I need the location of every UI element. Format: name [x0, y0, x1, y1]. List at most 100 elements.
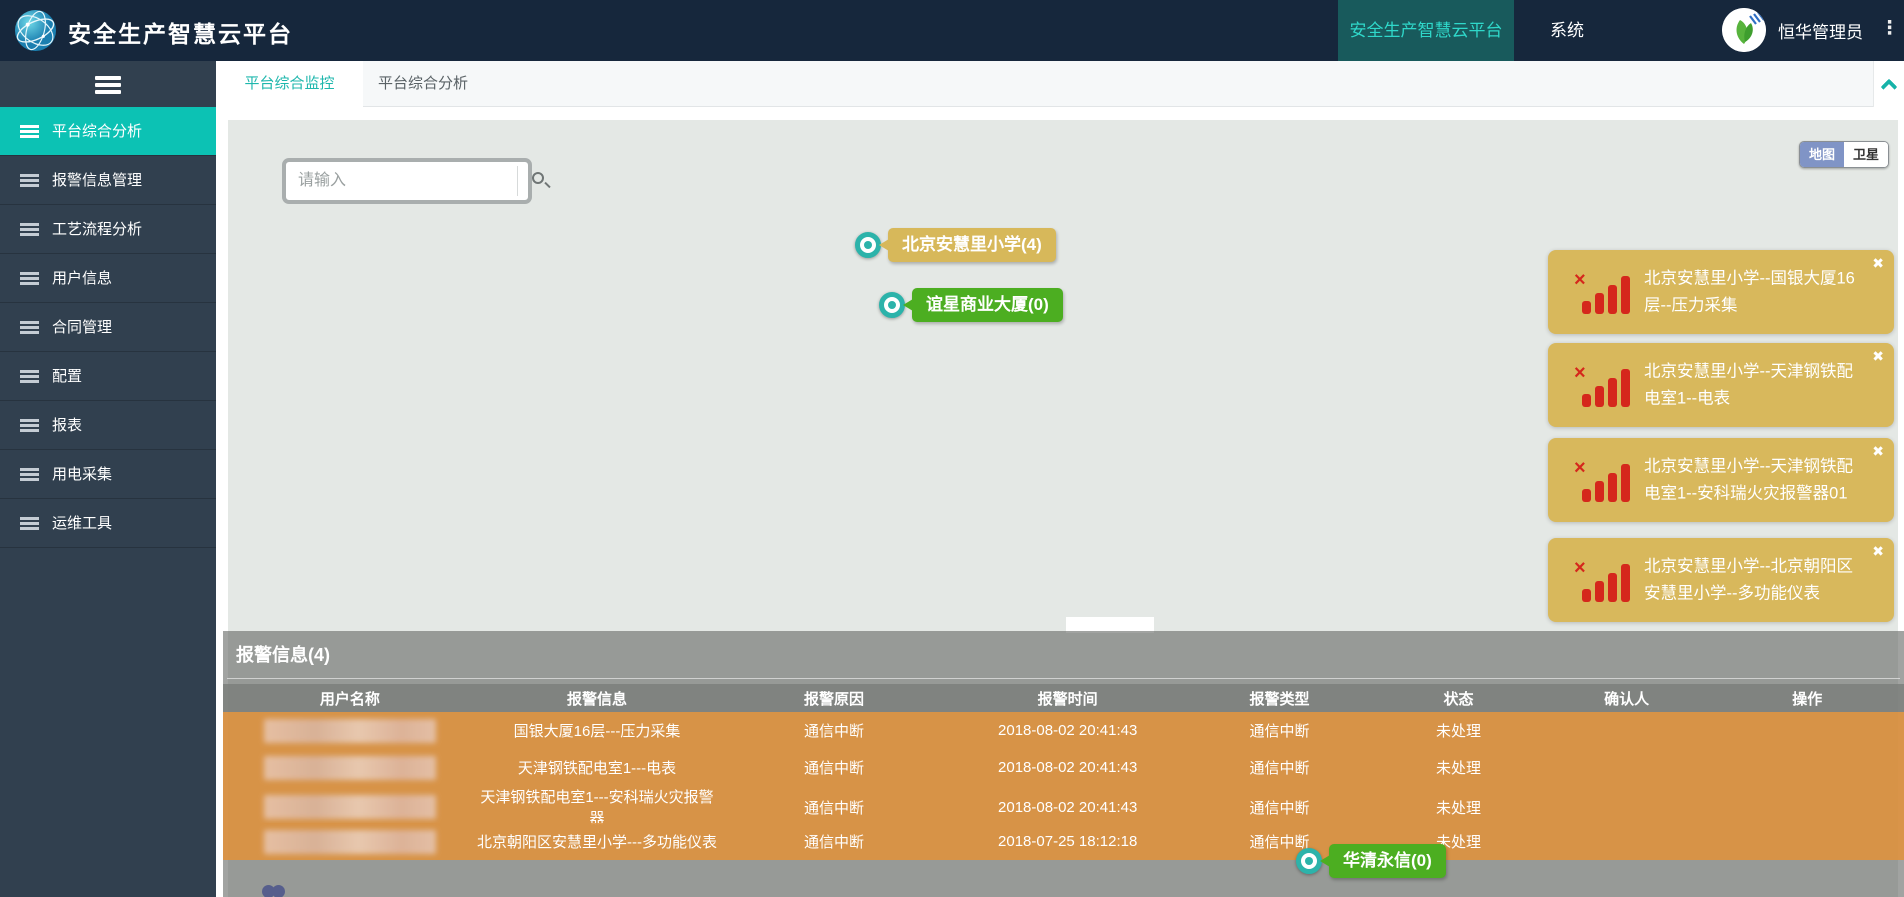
cell-type: 通信中断 — [1185, 757, 1375, 778]
table-row[interactable]: 北京朝阳区安慧里小学---多功能仪表 通信中断 2018-07-25 18:12… — [223, 823, 1904, 860]
list-icon — [20, 370, 39, 383]
close-icon[interactable]: ✖ — [1872, 348, 1884, 365]
cell-status: 未处理 — [1374, 757, 1542, 778]
header-nav-platform[interactable]: 安全生产智慧云平台 — [1338, 0, 1514, 61]
alarm-panel: 报警信息(4) 用户名称报警信息报警原因报警时间报警类型状态确认人操作 国银大厦… — [223, 631, 1904, 897]
marker-dot-icon[interactable] — [855, 232, 881, 258]
close-icon[interactable]: ✖ — [1872, 543, 1884, 560]
cell-time: 2018-08-02 20:41:43 — [951, 722, 1185, 739]
table-row[interactable]: 天津钢铁配电室1---电表 通信中断 2018-08-02 20:41:43 通… — [223, 749, 1904, 786]
app-root: 安全生产智慧云平台 安全生产智慧云平台 系统 恒华管理员 ⋮ 平台综合分析 报警… — [0, 0, 1904, 897]
sidebar-item[interactable]: 报表 — [0, 401, 216, 450]
censored-user-name — [264, 795, 436, 819]
sidebar-item-label: 报警信息管理 — [52, 172, 142, 189]
marker-dot-icon[interactable] — [1296, 848, 1322, 874]
cell-time: 2018-08-02 20:41:43 — [951, 799, 1185, 816]
marker-dot-icon[interactable] — [879, 292, 905, 318]
tab-platform-analysis[interactable]: 平台综合分析 — [363, 61, 483, 107]
map-type-toggle: 地图 卫星 — [1799, 141, 1889, 168]
divider — [227, 678, 1900, 679]
alarm-panel-title: 报警信息(4) — [236, 641, 330, 667]
marker-label-bubble[interactable]: 华清永信(0) — [1329, 844, 1446, 878]
search-input[interactable] — [286, 162, 517, 200]
sidebar-item[interactable]: 合同管理 — [0, 303, 216, 352]
header-nav-system[interactable]: 系统 — [1532, 0, 1602, 61]
cell-status: 未处理 — [1374, 797, 1542, 818]
no-signal-icon: × — [1574, 458, 1632, 502]
cell-reason: 通信中断 — [717, 757, 951, 778]
satellite-view-button[interactable]: 卫星 — [1844, 142, 1888, 167]
sidebar-item-label: 合同管理 — [52, 319, 112, 336]
marker-label-bubble[interactable]: 北京安慧里小学(4) — [888, 228, 1056, 262]
cell-user — [223, 795, 477, 819]
table-row[interactable]: 国银大厦16层---压力采集 通信中断 2018-08-02 20:41:43 … — [223, 712, 1904, 749]
alarm-column-header: 状态 — [1374, 688, 1542, 709]
map-search-box — [282, 158, 532, 204]
censored-user-name — [264, 830, 436, 854]
close-icon[interactable]: ✖ — [1872, 443, 1884, 460]
map-view-button[interactable]: 地图 — [1800, 142, 1844, 167]
sidebar-item[interactable]: 配置 — [0, 352, 216, 401]
alert-card-text: 北京安慧里小学--天津钢铁配电室1--电表 — [1644, 358, 1868, 411]
cell-info: 天津钢铁配电室1---电表 — [477, 757, 717, 778]
sidebar-item-label: 工艺流程分析 — [52, 221, 142, 238]
cell-user — [223, 756, 477, 780]
alert-card-text: 北京安慧里小学--北京朝阳区安慧里小学--多功能仪表 — [1644, 553, 1868, 606]
alarm-column-header: 操作 — [1711, 688, 1904, 709]
user-menu-dots-icon[interactable]: ⋮ — [1880, 17, 1899, 40]
list-icon — [20, 272, 39, 285]
sidebar-menu: 平台综合分析 报警信息管理 工艺流程分析 用户信息 合同管理 配置 报表 用电采… — [0, 107, 216, 548]
alarm-column-header: 用户名称 — [223, 688, 477, 709]
alarm-column-header: 确认人 — [1543, 688, 1711, 709]
sidebar-item[interactable]: 用户信息 — [0, 254, 216, 303]
cell-user — [223, 830, 477, 854]
user-avatar[interactable] — [1722, 8, 1766, 52]
cell-info: 国银大厦16层---压力采集 — [477, 720, 717, 741]
marker-label-bubble[interactable]: 谊星商业大厦(0) — [912, 288, 1063, 322]
chevron-up-icon — [1881, 79, 1898, 96]
tab-bar: 平台综合监控 平台综合分析 — [216, 61, 1904, 107]
sidebar-item-label: 运维工具 — [52, 515, 112, 532]
list-icon — [20, 321, 39, 334]
cell-reason: 通信中断 — [717, 720, 951, 741]
alert-card[interactable]: ✖ × 北京安慧里小学--北京朝阳区安慧里小学--多功能仪表 — [1548, 538, 1894, 622]
sidebar-item-label: 配置 — [52, 368, 82, 385]
alert-card[interactable]: ✖ × 北京安慧里小学--天津钢铁配电室1--电表 — [1548, 343, 1894, 427]
sidebar-item[interactable]: 平台综合分析 — [0, 107, 216, 156]
alarm-column-header: 报警原因 — [717, 688, 951, 709]
sidebar-item[interactable]: 报警信息管理 — [0, 156, 216, 205]
cell-time: 2018-07-25 18:12:18 — [951, 833, 1185, 850]
sidebar-item-label: 用户信息 — [52, 270, 112, 287]
sidebar: 平台综合分析 报警信息管理 工艺流程分析 用户信息 合同管理 配置 报表 用电采… — [0, 61, 216, 897]
top-header: 安全生产智慧云平台 安全生产智慧云平台 系统 恒华管理员 ⋮ — [0, 0, 1904, 61]
cell-info: 北京朝阳区安慧里小学---多功能仪表 — [477, 831, 717, 852]
user-name[interactable]: 恒华管理员 — [1778, 18, 1863, 43]
cell-time: 2018-08-02 20:41:43 — [951, 759, 1185, 776]
alert-card[interactable]: ✖ × 北京安慧里小学--国银大厦16层--压力采集 — [1548, 250, 1894, 334]
list-icon — [20, 468, 39, 481]
alert-card[interactable]: ✖ × 北京安慧里小学--天津钢铁配电室1--安科瑞火灾报警器01 — [1548, 438, 1894, 522]
cell-info: 天津钢铁配电室1---安科瑞火灾报警器 — [477, 786, 717, 828]
close-icon[interactable]: ✖ — [1872, 255, 1884, 272]
hamburger-menu-icon[interactable] — [95, 76, 121, 94]
collapse-panel-button[interactable] — [1873, 61, 1904, 107]
alert-card-text: 北京安慧里小学--天津钢铁配电室1--安科瑞火灾报警器01 — [1644, 453, 1868, 506]
search-button[interactable] — [517, 166, 528, 196]
sidebar-item[interactable]: 运维工具 — [0, 499, 216, 548]
search-icon — [532, 172, 544, 184]
sidebar-item-label: 报表 — [52, 417, 82, 434]
alarm-column-header: 报警时间 — [951, 688, 1185, 709]
cell-type: 通信中断 — [1185, 797, 1375, 818]
sidebar-item-label: 用电采集 — [52, 466, 112, 483]
table-row[interactable]: 天津钢铁配电室1---安科瑞火灾报警器 通信中断 2018-08-02 20:4… — [223, 786, 1904, 823]
leaf-avatar-icon — [1722, 8, 1766, 52]
list-icon — [20, 517, 39, 530]
no-signal-icon: × — [1574, 270, 1632, 314]
alarm-column-header: 报警信息 — [477, 688, 717, 709]
cell-user — [223, 719, 477, 743]
sidebar-item[interactable]: 工艺流程分析 — [0, 205, 216, 254]
tab-platform-monitor[interactable]: 平台综合监控 — [216, 61, 363, 107]
censored-user-name — [264, 719, 436, 743]
sidebar-item[interactable]: 用电采集 — [0, 450, 216, 499]
censored-user-name — [264, 756, 436, 780]
